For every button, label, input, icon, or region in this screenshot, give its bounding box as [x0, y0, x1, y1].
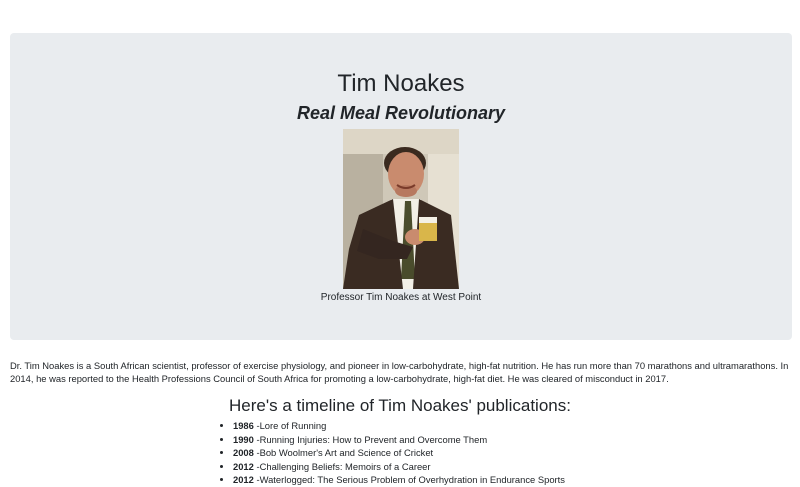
timeline-item: 2012 -Challenging Beliefs: Memoirs of a …	[233, 460, 565, 474]
timeline-year: 2012	[233, 474, 254, 485]
timeline-year: 1986	[233, 420, 254, 431]
timeline-title: -Lore of Running	[253, 420, 327, 431]
timeline-item: 2012 -Waterlogged: The Serious Problem o…	[233, 473, 565, 487]
timeline-item: 2008 -Bob Woolmer's Art and Science of C…	[233, 446, 565, 460]
timeline-heading: Here's a timeline of Tim Noakes' publica…	[229, 396, 571, 415]
portrait-image	[343, 129, 459, 289]
bio-paragraph: Dr. Tim Noakes is a South African scient…	[10, 360, 789, 384]
photo-caption: Professor Tim Noakes at West Point	[320, 292, 482, 303]
timeline-year: 2008	[233, 447, 254, 458]
timeline-year: 2012	[233, 460, 254, 472]
timeline-list: 1986 -Lore of Running 1990 -Running Inju…	[222, 419, 565, 487]
timeline-item: 1986 -Lore of Running	[233, 419, 565, 433]
page-title: Tim Noakes	[337, 70, 465, 97]
timeline-title: -Running Injuries: How to Prevent and Ov…	[253, 433, 488, 445]
portrait-image-art	[343, 129, 459, 289]
timeline-title: -Challenging Beliefs: Memoirs of a Caree…	[253, 460, 431, 472]
page-subtitle: Real Meal Revolutionary	[296, 103, 506, 123]
timeline-title: -Bob Woolmer's Art and Science of Cricke…	[253, 447, 434, 458]
timeline-item: 1990 -Running Injuries: How to Prevent a…	[233, 433, 565, 447]
jumbotron: Tim Noakes Real Meal Revolutionary Profe…	[10, 33, 792, 340]
timeline-title: -Waterlogged: The Serious Problem of Ove…	[253, 474, 565, 485]
timeline-year: 1990	[233, 433, 254, 445]
